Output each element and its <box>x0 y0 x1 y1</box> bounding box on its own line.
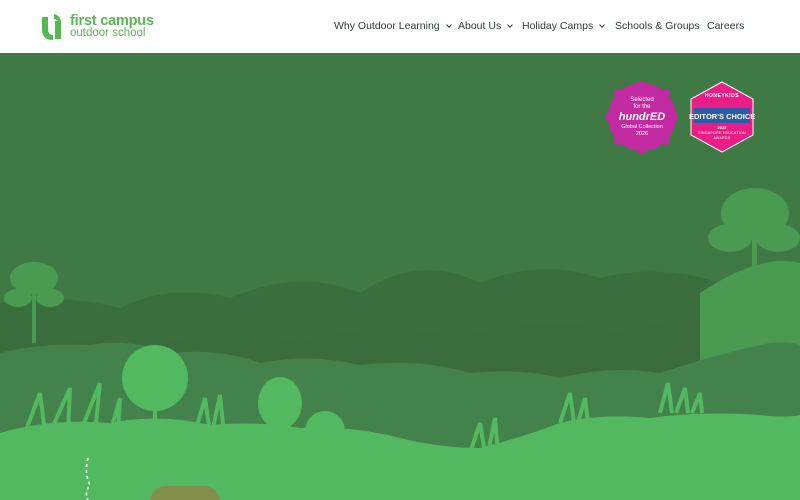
logo-text-line2: outdoor school <box>70 27 146 39</box>
badge-line: 2026 <box>635 131 649 137</box>
badge-line: AWARDS <box>713 136 731 140</box>
badge-line: for the <box>633 104 651 110</box>
site-logo[interactable]: first campus outdoor school <box>39 14 154 40</box>
nav-item-label: Why Outdoor Learning <box>334 20 440 32</box>
nav-holiday-camps[interactable]: Holiday Camps <box>522 19 606 35</box>
nav-item-label: About Us <box>458 20 502 32</box>
nav-schools-groups[interactable]: Schools & Groups <box>615 19 700 35</box>
nav-item-label: Holiday Camps <box>522 20 594 32</box>
hero-banner: Selected for the hundrED Global Collecti… <box>0 53 800 500</box>
u-leaf-logo-icon <box>42 14 62 40</box>
badge-line: HONEYKIDS <box>704 93 740 99</box>
badge-title: EDITOR'S CHOICE <box>689 112 756 121</box>
nav-why-outdoor-learning[interactable]: Why Outdoor Learning <box>334 19 452 35</box>
badge-line: SINGAPORE EDUCATION <box>698 131 746 135</box>
nav-item-label: Careers <box>707 20 745 32</box>
hundred-award-badge: Selected for the hundrED Global Collecti… <box>606 81 678 153</box>
nav-about-us[interactable]: About Us <box>458 19 514 35</box>
badge-brand: hundrED <box>618 111 666 123</box>
nav-item-label: Schools & Groups <box>615 20 700 32</box>
badge-year: 2025 <box>717 125 727 130</box>
chevron-down-icon <box>599 22 606 28</box>
nav-careers[interactable]: Careers <box>707 19 744 35</box>
animal-illustration <box>150 486 220 500</box>
badge-line: Selected <box>630 97 654 103</box>
chevron-down-icon <box>445 22 452 28</box>
chevron-down-icon <box>507 22 514 28</box>
jungle-illustration <box>0 53 800 500</box>
editors-choice-badge: HONEYKIDS EDITOR'S CHOICE 2025 SINGAPORE… <box>689 81 755 153</box>
site-header: first campus outdoor school Why Outdoor … <box>0 0 800 53</box>
badge-line: Global Collection <box>621 124 663 130</box>
logo-text-line1: first campus <box>70 13 154 29</box>
